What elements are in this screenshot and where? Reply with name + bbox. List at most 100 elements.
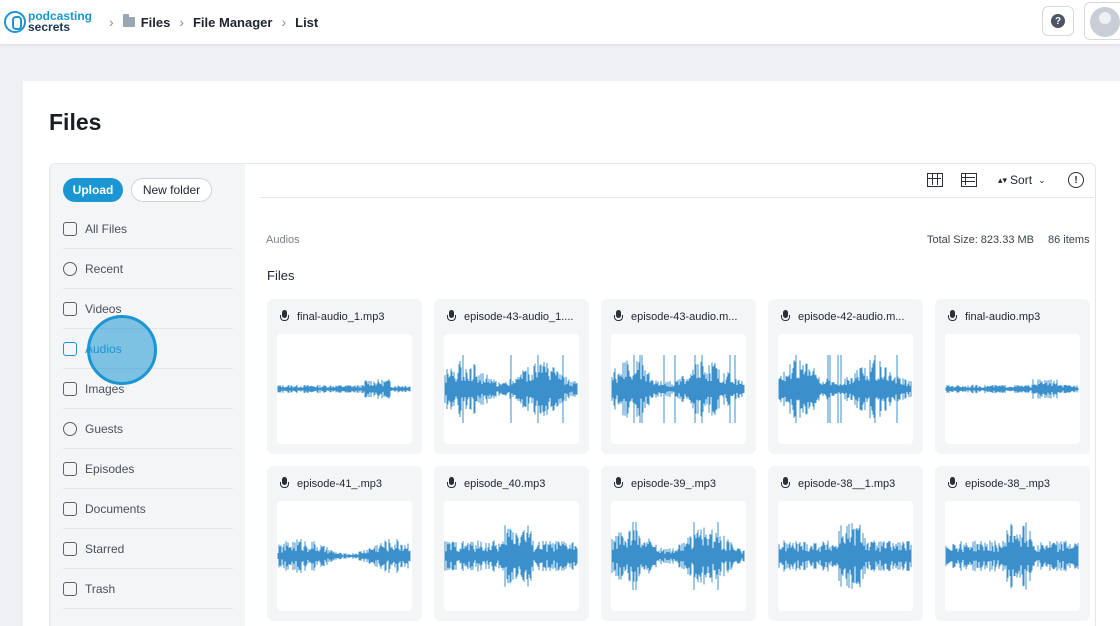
video-icon [63,301,77,316]
file-name: episode-43-audio_1.... [464,310,574,323]
chevron-right-icon: › [109,14,114,30]
microphone-icon [280,310,289,323]
sidebar-item-recent[interactable]: Recent [63,249,233,289]
file-card[interactable]: episode-38_.mp3 [935,466,1090,621]
clock-icon [63,261,77,276]
microphone-icon [948,477,957,490]
item-count: 86 items [1048,234,1090,246]
toolbar: ▴▾ Sort ⌄ ! [260,164,1094,198]
waveform-graphic [778,355,912,423]
file-card[interactable]: episode-39_.mp3 [601,466,756,621]
folder-icon [122,14,135,27]
breadcrumb: › Files › File Manager › List [100,14,318,30]
file-name: episode_40.mp3 [464,477,546,490]
help-button[interactable]: ? [1042,6,1074,36]
sidebar-item-all-files[interactable]: All Files [63,209,233,249]
waveform-thumbnail [778,501,913,611]
waveform-graphic [277,539,411,573]
grid-view-icon[interactable] [927,173,943,187]
content-area: ▴▾ Sort ⌄ ! Audios Total Size: 823.33 MB… [246,164,1095,626]
waveform-path [277,539,411,573]
total-size: Total Size: 823.33 MB [927,234,1035,246]
file-card[interactable]: episode-41_.mp3 [267,466,422,621]
microphone-icon [280,477,289,490]
file-grid: final-audio_1.mp3 episode-43-audio_1....… [267,299,1090,621]
waveform-path [277,379,411,399]
waveform-thumbnail [611,334,746,444]
sidebar-item-videos[interactable]: Videos [63,289,233,329]
page-title: Files [49,109,102,135]
file-card[interactable]: episode-43-audio_1.... [434,299,589,454]
microphone-icon [447,310,456,323]
folder-icon [63,221,77,236]
file-name: episode-41_.mp3 [297,477,383,490]
microphone-icon [781,477,790,490]
sidebar-item-trash[interactable]: Trash [63,569,233,609]
microphone-icon [614,477,623,490]
file-name: episode-42-audio.m... [798,310,905,323]
avatar[interactable] [1084,2,1120,40]
waveform-graphic [444,525,578,587]
breadcrumb-file-manager[interactable]: File Manager [193,15,272,30]
waveform-thumbnail [611,501,746,611]
sidebar-item-starred[interactable]: Starred [63,529,233,569]
current-location: Audios [266,234,300,246]
breadcrumb-list[interactable]: List [295,15,318,30]
microphone-icon [614,310,623,323]
file-name: final-audio.mp3 [965,310,1041,323]
sidebar-item-audios[interactable]: Audios [63,329,233,369]
waveform-path [778,355,912,423]
waveform-thumbnail [444,334,579,444]
sidebar-nav: All Files Recent Videos Audios Images Gu… [63,209,233,609]
help-icon: ? [1051,14,1065,28]
waveform-thumbnail [277,501,412,611]
sidebar-item-images[interactable]: Images [63,369,233,409]
sort-label: Sort [1010,173,1033,187]
upload-button[interactable]: Upload [63,178,123,202]
sort-arrows-icon: ▴▾ [998,174,1008,185]
waveform-path [945,522,1079,590]
microphone-icon [447,477,456,490]
file-name: episode-38__1.mp3 [798,477,896,490]
waveform-path [611,355,745,423]
waveform-path [611,522,745,590]
chevron-right-icon: › [281,14,287,30]
sidebar: Upload New folder All Files Recent Video… [50,164,245,626]
trash-icon [63,581,77,596]
waveform-graphic [277,379,411,399]
sidebar-item-episodes[interactable]: Episodes [63,449,233,489]
file-name: episode-39_.mp3 [631,477,717,490]
microphone-icon [781,310,790,323]
file-card[interactable]: episode-38__1.mp3 [768,466,923,621]
chevron-down-icon: ⌄ [1038,174,1046,185]
microphone-icon [948,310,957,323]
sort-button[interactable]: ▴▾ Sort ⌄ [998,173,1046,187]
waveform-graphic [611,355,745,423]
file-name: final-audio_1.mp3 [297,310,385,323]
file-card[interactable]: episode-43-audio.m... [601,299,756,454]
episode-icon [63,461,77,476]
logo[interactable]: podcasting secrets [4,0,92,44]
file-card[interactable]: final-audio.mp3 [935,299,1090,454]
new-folder-button[interactable]: New folder [131,178,212,202]
sidebar-item-documents[interactable]: Documents [63,489,233,529]
list-view-icon[interactable] [961,173,977,187]
main-panel: Files Upload New folder All Files Recent… [23,81,1120,626]
sidebar-item-guests[interactable]: Guests [63,409,233,449]
file-card[interactable]: episode-42-audio.m... [768,299,923,454]
file-name: episode-43-audio.m... [631,310,738,323]
info-icon[interactable]: ! [1068,172,1084,188]
file-name: episode-38_.mp3 [965,477,1051,490]
logo-mic-icon [4,11,26,33]
waveform-path [945,379,1079,399]
waveform-graphic [611,522,745,590]
waveform-graphic [945,522,1079,590]
breadcrumb-files[interactable]: Files [141,15,171,30]
waveform-path [778,523,912,589]
waveform-graphic [945,379,1079,399]
file-card[interactable]: final-audio_1.mp3 [267,299,422,454]
waveform-thumbnail [945,501,1080,611]
file-card[interactable]: episode_40.mp3 [434,466,589,621]
section-label: Files [267,268,295,283]
waveform-thumbnail [945,334,1080,444]
